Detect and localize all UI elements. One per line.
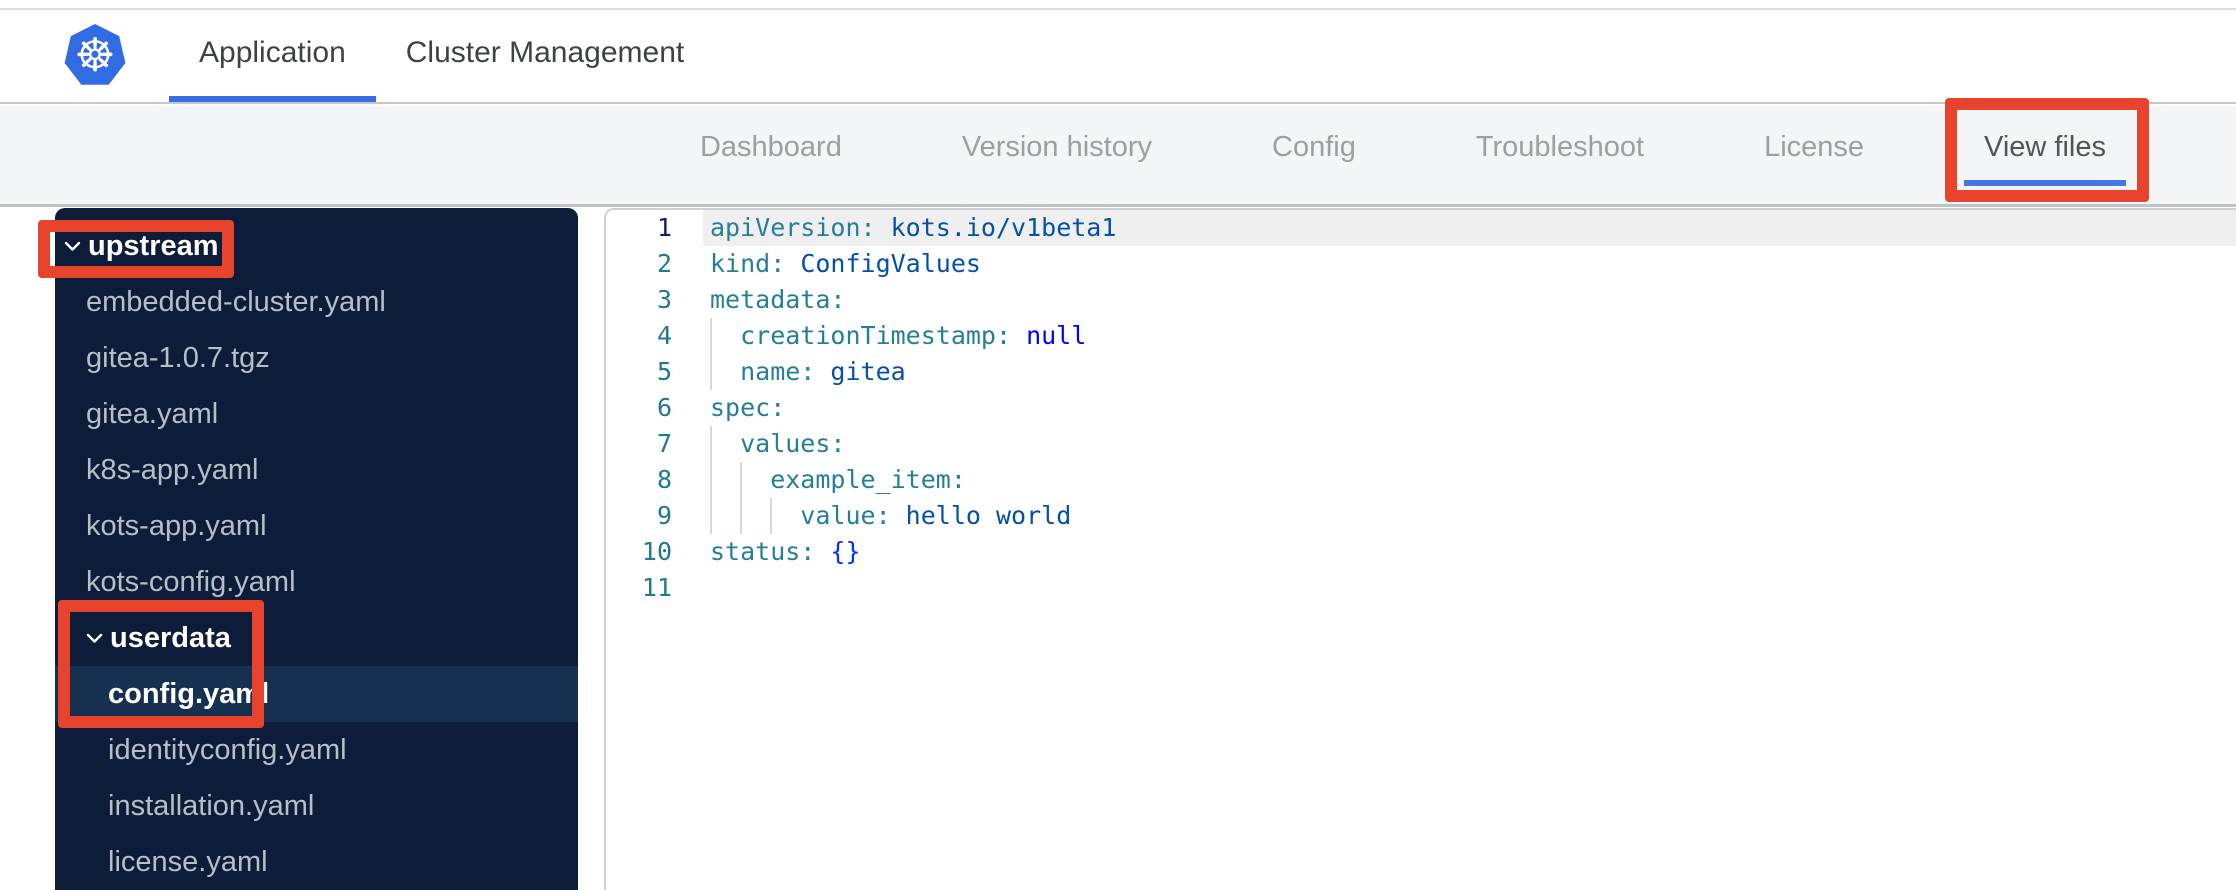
tab-view-files[interactable]: View files <box>1964 114 2126 186</box>
tree-file-config-yaml[interactable]: config.yaml <box>55 666 578 722</box>
token-str: kots.io/v1beta1 <box>875 213 1117 242</box>
tab-license[interactable]: License <box>1744 114 1884 186</box>
code-line: 11 <box>606 570 2236 606</box>
code-line: 6 spec: <box>606 390 2236 426</box>
code-line-content: status: {} <box>703 534 2236 570</box>
line-number: 1 <box>656 213 672 242</box>
kubernetes-logo[interactable]: ☸ <box>64 24 126 85</box>
code-line-content: metadata: <box>703 282 2236 318</box>
file-label: installation.yaml <box>108 789 315 822</box>
token-str: hello world <box>890 501 1072 530</box>
indent-guide <box>740 462 743 498</box>
line-number: 8 <box>656 465 672 494</box>
code-line: 2 kind: ConfigValues <box>606 246 2236 282</box>
code-line-content: name: gitea <box>703 354 2236 390</box>
token-key: value: <box>710 501 891 530</box>
file-label: kots-app.yaml <box>86 509 267 542</box>
code-line: 3 metadata: <box>606 282 2236 318</box>
tab-config[interactable]: Config <box>1252 114 1376 186</box>
file-label: embedded-cluster.yaml <box>86 285 386 318</box>
indent-guide <box>710 462 712 498</box>
code-line-content: value: hello world <box>703 498 2236 534</box>
file-label: gitea.yaml <box>86 397 219 430</box>
token-key: apiVersion: <box>710 213 876 242</box>
line-number: 10 <box>641 537 672 566</box>
tab-troubleshoot[interactable]: Troubleshoot <box>1456 114 1664 186</box>
file-tree: upstream embedded-cluster.yaml gitea-1.0.7… <box>55 208 578 890</box>
file-label: k8s-app.yaml <box>86 453 259 486</box>
header-tab-cluster-management[interactable]: Cluster Management <box>376 10 714 102</box>
tree-folder-upstream[interactable]: upstream <box>55 218 578 274</box>
file-label: identityconfig.yaml <box>108 733 347 766</box>
tree-file-k8s-app-yaml[interactable]: k8s-app.yaml <box>55 442 578 498</box>
indent-guide <box>740 498 743 534</box>
code-editor[interactable]: 1 apiVersion: kots.io/v1beta1 2 kind: Confi… <box>604 208 2236 890</box>
tree-file-kots-app-yaml[interactable]: kots-app.yaml <box>55 498 578 554</box>
token-key: spec: <box>710 393 786 422</box>
file-label: gitea-1.0.7.tgz <box>86 341 270 374</box>
helm-wheel-icon: ☸ <box>74 28 116 82</box>
token-key: values: <box>710 429 846 458</box>
line-number: 11 <box>641 573 672 602</box>
tree-file-embedded-cluster-yaml[interactable]: embedded-cluster.yaml <box>55 274 578 330</box>
chevron-down-icon <box>64 241 88 252</box>
code-line-content: kind: ConfigValues <box>703 246 2236 282</box>
file-label: license.yaml <box>108 845 268 878</box>
indent-guide <box>710 318 712 354</box>
code-line: 9 value: hello world <box>606 498 2236 534</box>
indent-guide <box>710 498 712 534</box>
folder-label: userdata <box>110 621 231 654</box>
folder-label: upstream <box>88 229 219 262</box>
token-str: gitea <box>815 357 906 386</box>
tree-file-installation-yaml[interactable]: installation.yaml <box>55 778 578 834</box>
line-number: 2 <box>656 249 672 278</box>
token-str: ConfigValues <box>785 249 981 278</box>
line-number: 7 <box>656 429 672 458</box>
code-line-content: apiVersion: kots.io/v1beta1 <box>703 210 2236 246</box>
token-brace: {} <box>815 537 861 566</box>
code-line: 7 values: <box>606 426 2236 462</box>
tree-file-identityconfig-yaml[interactable]: identityconfig.yaml <box>55 722 578 778</box>
main-header: ☸ Application Cluster Management <box>0 10 2236 104</box>
token-key: example_item: <box>710 465 966 494</box>
tab-dashboard[interactable]: Dashboard <box>680 114 862 186</box>
line-number: 6 <box>656 393 672 422</box>
token-key: metadata: <box>710 285 846 314</box>
indent-guide <box>710 426 712 462</box>
indent-guide <box>770 498 773 534</box>
tree-file-kots-config-yaml[interactable]: kots-config.yaml <box>55 554 578 610</box>
indent-guide <box>710 354 712 390</box>
tree-file-gitea-yaml[interactable]: gitea.yaml <box>55 386 578 442</box>
token-kw: null <box>1011 321 1087 350</box>
code-line: 4 creationTimestamp: null <box>606 318 2236 354</box>
code-line-content <box>703 570 2236 606</box>
file-label: config.yaml <box>108 677 270 710</box>
code-line-content: creationTimestamp: null <box>703 318 2236 354</box>
code-line: 5 name: gitea <box>606 354 2236 390</box>
line-number: 4 <box>656 321 672 350</box>
code-line-content: spec: <box>703 390 2236 426</box>
token-key: name: <box>710 357 816 386</box>
code-line: 1 apiVersion: kots.io/v1beta1 <box>606 210 2236 246</box>
tree-folder-userdata[interactable]: userdata <box>55 610 578 666</box>
tree-file-license-yaml[interactable]: license.yaml <box>55 834 578 890</box>
line-number: 3 <box>656 285 672 314</box>
tree-file-gitea-1-0-7-tgz[interactable]: gitea-1.0.7.tgz <box>55 330 578 386</box>
file-label: kots-config.yaml <box>86 565 296 598</box>
line-number: 9 <box>656 501 672 530</box>
header-tab-application[interactable]: Application <box>169 10 376 102</box>
tab-version-history[interactable]: Version history <box>942 114 1172 186</box>
token-key: kind: <box>710 249 786 278</box>
code-line: 8 example_item: <box>606 462 2236 498</box>
code-line: 10 status: {} <box>606 534 2236 570</box>
token-key: status: <box>710 537 816 566</box>
code-line-content: values: <box>703 426 2236 462</box>
chevron-down-icon <box>86 633 110 644</box>
line-number: 5 <box>656 357 672 386</box>
code-line-content: example_item: <box>703 462 2236 498</box>
app-subnav: Dashboard Version history Config Troublesho… <box>0 106 2236 207</box>
token-key: creationTimestamp: <box>710 321 1012 350</box>
header-tabs: Application Cluster Management <box>169 10 714 102</box>
